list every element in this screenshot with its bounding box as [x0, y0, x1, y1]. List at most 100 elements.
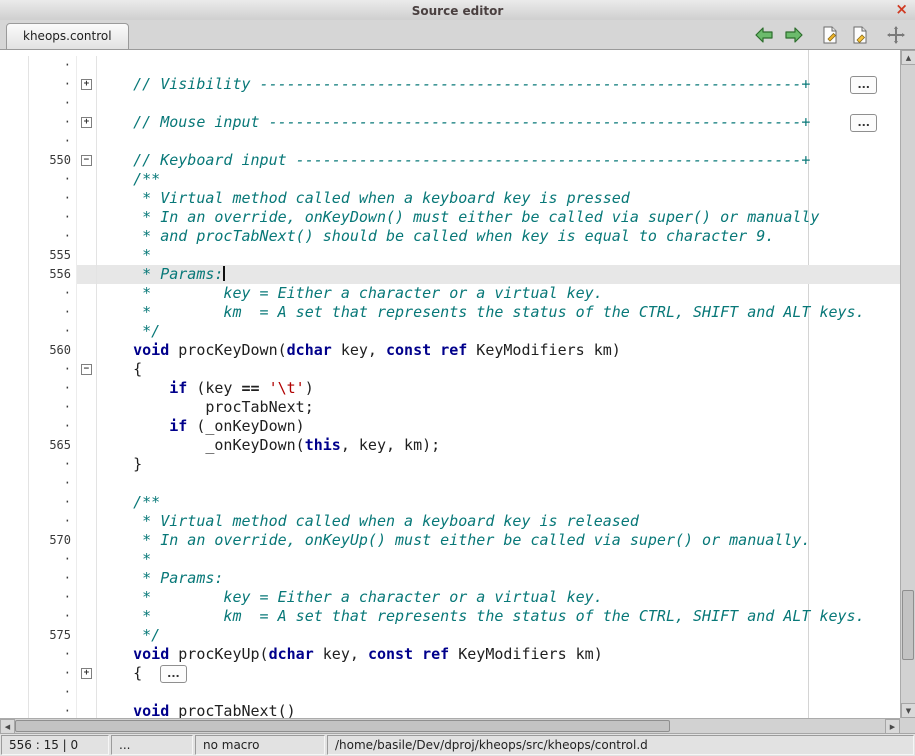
- scroll-down-button[interactable]: ▼: [901, 703, 915, 718]
- gutter-edge: [0, 569, 29, 588]
- code-text[interactable]: *: [97, 246, 900, 265]
- code-segment: procKeyDown(: [169, 341, 286, 359]
- fold-expand-icon[interactable]: +: [81, 79, 92, 90]
- gutter-edge: [0, 474, 29, 493]
- code-text[interactable]: // Keyboard input ----------------------…: [97, 151, 900, 170]
- code-segment: key,: [314, 645, 368, 663]
- fold-column: [76, 493, 97, 512]
- fold-expand-icon[interactable]: +: [81, 117, 92, 128]
- toolbar: kheops.control: [0, 20, 915, 50]
- editor[interactable]: · · + // Visibility ----------------------…: [0, 50, 900, 718]
- code-text[interactable]: * and procTabNext() should be called whe…: [97, 227, 900, 246]
- code-text[interactable]: // Mouse input -------------------------…: [97, 113, 900, 132]
- code-text[interactable]: * key = Either a character or a virtual …: [97, 284, 900, 303]
- fold-column: [76, 94, 97, 113]
- line-number: ·: [29, 664, 76, 683]
- code-line: · void procKeyUp(dchar key, const ref Ke…: [0, 645, 900, 664]
- go-forward-button[interactable]: [783, 24, 805, 46]
- code-text[interactable]: [97, 132, 900, 151]
- code-segment: *: [97, 246, 151, 264]
- code-segment: * In an override, onKeyUp() must either …: [97, 531, 810, 549]
- fold-column: +: [76, 113, 97, 132]
- folded-code-ellipsis[interactable]: ...: [160, 665, 187, 683]
- code-text[interactable]: void procKeyUp(dchar key, const ref KeyM…: [97, 645, 900, 664]
- tab-kheops-control[interactable]: kheops.control: [6, 23, 129, 49]
- scrollbar-corner: [900, 718, 915, 733]
- document-button-2[interactable]: [849, 24, 871, 46]
- code-text[interactable]: if (_onKeyDown): [97, 417, 900, 436]
- close-button[interactable]: ×: [895, 0, 908, 19]
- code-text[interactable]: [97, 683, 900, 702]
- code-text[interactable]: */: [97, 626, 900, 645]
- fold-column: [76, 702, 97, 718]
- code-text[interactable]: * Params:: [97, 569, 900, 588]
- scroll-right-button[interactable]: ▶: [885, 719, 900, 734]
- code-text[interactable]: void procKeyDown(dchar key, const ref Ke…: [97, 341, 900, 360]
- text-caret: [223, 266, 225, 281]
- fold-collapse-icon[interactable]: −: [81, 364, 92, 375]
- code-text[interactable]: }: [97, 455, 900, 474]
- down-arrow-icon: ▼: [906, 707, 911, 715]
- code-text[interactable]: /**: [97, 493, 900, 512]
- gutter-edge: [0, 208, 29, 227]
- code-text[interactable]: {...: [97, 664, 900, 683]
- code-line-current: 556 * Params:: [0, 265, 900, 284]
- folded-code-ellipsis[interactable]: ...: [850, 76, 877, 94]
- line-number: ·: [29, 227, 76, 246]
- line-number: ·: [29, 493, 76, 512]
- code-segment: ): [305, 379, 314, 397]
- window-title: Source editor: [412, 4, 504, 18]
- code-text[interactable]: procTabNext;: [97, 398, 900, 417]
- line-number: ·: [29, 588, 76, 607]
- code-segment: /**: [97, 170, 160, 188]
- gutter-edge: [0, 360, 29, 379]
- detach-button[interactable]: [885, 24, 907, 46]
- code-text[interactable]: * In an override, onKeyDown() must eithe…: [97, 208, 900, 227]
- code-segment: * key = Either a character or a virtual …: [97, 588, 603, 606]
- code-line: · procTabNext;: [0, 398, 900, 417]
- code-text[interactable]: void procTabNext(): [97, 702, 900, 718]
- code-text[interactable]: */: [97, 322, 900, 341]
- vertical-scroll-thumb[interactable]: [902, 590, 914, 660]
- line-number: ·: [29, 702, 76, 718]
- folded-code-ellipsis[interactable]: ...: [850, 114, 877, 132]
- code-text[interactable]: * In an override, onKeyUp() must either …: [97, 531, 900, 550]
- code-text[interactable]: [97, 94, 900, 113]
- code-text[interactable]: *: [97, 550, 900, 569]
- gutter-edge: [0, 550, 29, 569]
- document-button-1[interactable]: [819, 24, 841, 46]
- fold-expand-icon[interactable]: +: [81, 668, 92, 679]
- code-text[interactable]: // Visibility --------------------------…: [97, 75, 900, 94]
- fold-column: [76, 550, 97, 569]
- scroll-up-button[interactable]: ▲: [901, 50, 915, 65]
- code-segment: , key, km);: [341, 436, 440, 454]
- code-line: 565 _onKeyDown(this, key, km);: [0, 436, 900, 455]
- titlebar[interactable]: Source editor ×: [0, 0, 915, 21]
- code-text[interactable]: * km = A set that represents the status …: [97, 303, 900, 322]
- line-number: 555: [29, 246, 76, 265]
- code-text[interactable]: {: [97, 360, 900, 379]
- code-text[interactable]: * km = A set that represents the status …: [97, 607, 900, 626]
- code-text[interactable]: * Virtual method called when a keyboard …: [97, 512, 900, 531]
- code-text[interactable]: * Params:: [97, 265, 900, 284]
- line-number: ·: [29, 56, 76, 75]
- code-segment: [97, 341, 133, 359]
- fold-collapse-icon[interactable]: −: [81, 155, 92, 166]
- code-text[interactable]: if (key == '\t'): [97, 379, 900, 398]
- horizontal-scrollbar[interactable]: ◀ ▶: [0, 718, 900, 733]
- fold-column: [76, 56, 97, 75]
- code-text[interactable]: /**: [97, 170, 900, 189]
- code-text[interactable]: [97, 474, 900, 493]
- code-text[interactable]: [97, 56, 900, 75]
- scroll-left-button[interactable]: ◀: [0, 719, 15, 734]
- horizontal-scroll-thumb[interactable]: [15, 720, 670, 732]
- code-line: 575 */: [0, 626, 900, 645]
- code-text[interactable]: _onKeyDown(this, key, km);: [97, 436, 900, 455]
- code-line: ·+ // Mouse input ----------------------…: [0, 113, 900, 132]
- code-text[interactable]: * key = Either a character or a virtual …: [97, 588, 900, 607]
- code-line: · /**: [0, 170, 900, 189]
- code-segment: [97, 702, 133, 718]
- code-text[interactable]: * Virtual method called when a keyboard …: [97, 189, 900, 208]
- vertical-scrollbar[interactable]: ▲ ▼: [900, 50, 915, 718]
- go-back-button[interactable]: [753, 24, 775, 46]
